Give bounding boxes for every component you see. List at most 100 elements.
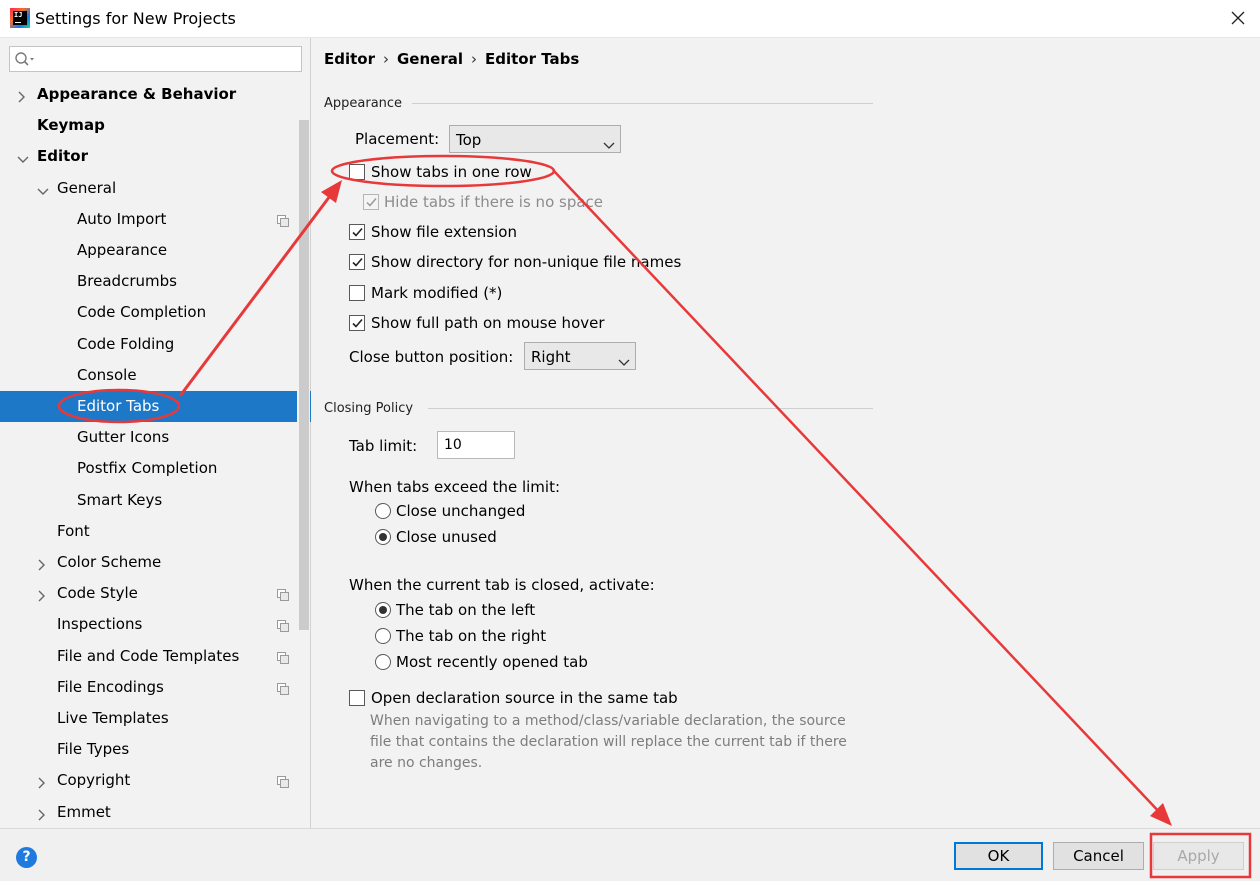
dialog-button-bar: ? OK Cancel Apply <box>0 828 1260 881</box>
sidebar-item[interactable]: Code Folding <box>0 329 311 360</box>
sidebar-scrollbar-thumb[interactable] <box>299 120 309 630</box>
chevron-right-icon[interactable] <box>37 775 47 789</box>
open-declaration-label: Open declaration source in the same tab <box>371 689 678 707</box>
sidebar-item[interactable]: Auto Import <box>0 204 311 235</box>
sidebar-item[interactable]: File Types <box>0 734 311 765</box>
close-unchanged-radio[interactable] <box>375 503 391 519</box>
sidebar-item[interactable]: Editor Tabs <box>0 391 311 422</box>
close-unused-radio[interactable] <box>375 529 391 545</box>
title-bar: IJ Settings for New Projects <box>0 0 1260 38</box>
sidebar-item[interactable]: Copyright <box>0 765 311 796</box>
sidebar-item[interactable]: Breadcrumbs <box>0 266 311 297</box>
sidebar-item-label: Inspections <box>57 615 143 633</box>
tab-on-left-label: The tab on the left <box>396 601 536 619</box>
help-icon[interactable]: ? <box>16 847 37 868</box>
show-full-path-label: Show full path on mouse hover <box>371 314 605 332</box>
window-title: Settings for New Projects <box>35 9 236 28</box>
sidebar-item[interactable]: Emmet <box>0 797 311 828</box>
sidebar-item-label: Appearance <box>77 241 168 259</box>
sidebar-item-label: Code Completion <box>77 303 207 321</box>
project-scope-icon <box>277 587 289 601</box>
description-line: file that contains the declaration will … <box>370 734 847 750</box>
cancel-button[interactable]: Cancel <box>1053 842 1144 870</box>
description-line: When navigating to a method/class/variab… <box>370 713 846 729</box>
show-file-extension-label: Show file extension <box>371 223 517 241</box>
chevron-right-icon[interactable] <box>37 557 47 571</box>
settings-sidebar: Appearance & Behavior Keymap Editor General… <box>0 38 311 866</box>
close-unchanged-label: Close unchanged <box>396 502 526 520</box>
sidebar-item[interactable]: Gutter Icons <box>0 422 311 453</box>
chevron-right-icon[interactable] <box>37 807 47 821</box>
sidebar-item[interactable]: Appearance & Behavior <box>0 79 311 110</box>
sidebar-item[interactable]: Inspections <box>0 609 311 640</box>
show-directory-label: Show directory for non-unique file names <box>371 253 682 271</box>
apply-button[interactable]: Apply <box>1153 842 1244 870</box>
tab-limit-label: Tab limit: <box>349 437 418 455</box>
sidebar-item[interactable]: Font <box>0 516 311 547</box>
chevron-down-icon[interactable] <box>37 183 49 195</box>
sidebar-item[interactable]: Editor <box>0 141 311 172</box>
hide-tabs-label: Hide tabs if there is no space <box>384 193 604 211</box>
project-scope-icon <box>277 774 289 788</box>
chevron-down-icon[interactable] <box>17 151 29 163</box>
tab-on-left-radio[interactable] <box>375 602 391 618</box>
sidebar-item[interactable]: Code Completion <box>0 297 311 328</box>
sidebar-item[interactable]: Live Templates <box>0 703 311 734</box>
mark-modified-checkbox[interactable] <box>349 285 365 301</box>
most-recent-tab-radio[interactable] <box>375 654 391 670</box>
mark-modified-label: Mark modified (*) <box>371 284 503 302</box>
close-icon[interactable] <box>1224 4 1252 32</box>
sidebar-item[interactable]: Postfix Completion <box>0 453 311 484</box>
sidebar-item[interactable]: File and Code Templates <box>0 641 311 672</box>
placement-label: Placement: <box>355 130 440 148</box>
search-icon <box>14 51 36 67</box>
activate-label: When the current tab is closed, activate… <box>349 576 655 594</box>
tab-on-right-label: The tab on the right <box>396 627 547 645</box>
show-directory-checkbox[interactable] <box>349 254 365 270</box>
sidebar-item-label: Smart Keys <box>77 491 163 509</box>
close-unused-label: Close unused <box>396 528 497 546</box>
open-declaration-description: When navigating to a method/class/variab… <box>370 711 847 774</box>
sidebar-item-label: General <box>57 179 117 197</box>
sidebar-item-label: Keymap <box>37 116 105 134</box>
sidebar-item[interactable]: Code Style <box>0 578 311 609</box>
closing-policy-section-title: Closing Policy <box>324 401 414 416</box>
intellij-idea-icon: IJ <box>10 8 30 28</box>
open-declaration-checkbox[interactable] <box>349 690 365 706</box>
search-input[interactable] <box>38 49 296 69</box>
sidebar-item[interactable]: Appearance <box>0 235 311 266</box>
chevron-right-icon[interactable] <box>37 588 47 602</box>
sidebar-item[interactable]: General <box>0 173 311 204</box>
hide-tabs-checkbox[interactable] <box>363 194 379 210</box>
sidebar-item-label: Editor <box>37 147 88 165</box>
sidebar-item[interactable]: Console <box>0 360 311 391</box>
sidebar-item-label: Live Templates <box>57 709 169 727</box>
placement-dropdown[interactable]: Top <box>449 125 621 153</box>
sidebar-item[interactable]: File Encodings <box>0 672 311 703</box>
settings-content: Editor › General › Editor Tabs Appearance Pl… <box>312 38 1260 828</box>
sidebar-item-label: File Encodings <box>57 678 164 696</box>
ok-button[interactable]: OK <box>954 842 1043 870</box>
tab-limit-input[interactable] <box>437 431 515 459</box>
sidebar-item[interactable]: Smart Keys <box>0 485 311 516</box>
chevron-right-icon[interactable] <box>17 89 27 103</box>
sidebar-item[interactable]: Color Scheme <box>0 547 311 578</box>
chevron-down-icon <box>618 353 630 366</box>
project-scope-icon <box>277 618 289 632</box>
settings-search[interactable] <box>9 46 302 72</box>
sidebar-item-label: File and Code Templates <box>57 647 240 665</box>
sidebar-item[interactable]: Keymap <box>0 110 311 141</box>
show-tabs-one-row-checkbox[interactable] <box>349 164 365 180</box>
tab-on-right-radio[interactable] <box>375 628 391 644</box>
show-full-path-checkbox[interactable] <box>349 315 365 331</box>
sidebar-item-label: Color Scheme <box>57 553 162 571</box>
sidebar-item-label: Console <box>77 366 137 384</box>
show-file-extension-checkbox[interactable] <box>349 224 365 240</box>
appearance-section-title: Appearance <box>324 96 403 111</box>
sidebar-item-label: Appearance & Behavior <box>37 85 237 103</box>
close-button-position-dropdown[interactable]: Right <box>524 342 636 370</box>
sidebar-item-label: Gutter Icons <box>77 428 170 446</box>
breadcrumb: Editor › General › Editor Tabs <box>324 50 579 68</box>
exceed-limit-label: When tabs exceed the limit: <box>349 478 561 496</box>
sidebar-item-label: Code Folding <box>77 335 175 353</box>
